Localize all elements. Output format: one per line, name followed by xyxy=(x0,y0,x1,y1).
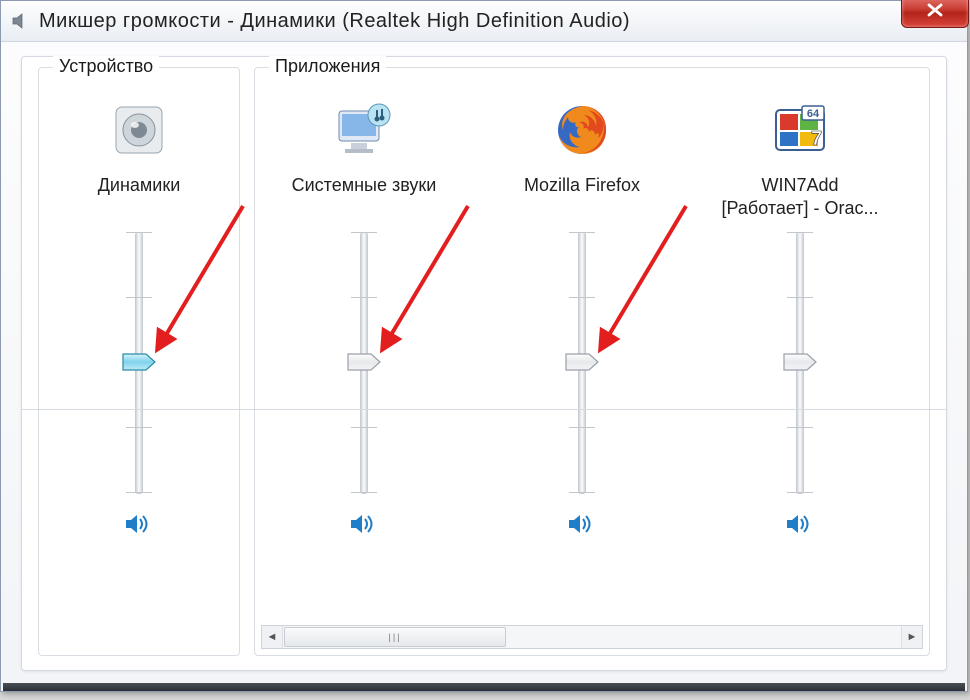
svg-text:64: 64 xyxy=(807,108,820,120)
chevron-right-icon: ► xyxy=(907,631,918,643)
app-mute-button[interactable] xyxy=(559,506,605,546)
titlebar[interactable]: Микшер громкости - Динамики (Realtek Hig… xyxy=(1,1,967,42)
window-title: Микшер громкости - Динамики (Realtek Hig… xyxy=(39,10,630,33)
master-level-line xyxy=(22,409,946,410)
horizontal-scrollbar[interactable]: ◄ ||| ► xyxy=(261,625,923,649)
close-button[interactable] xyxy=(901,0,969,28)
chevron-left-icon: ◄ xyxy=(267,631,278,643)
annotation-arrow xyxy=(586,200,696,370)
svg-text:7: 7 xyxy=(811,128,822,150)
speaker-unmuted-icon xyxy=(349,511,379,542)
mixer-content: Устройство Динамики xyxy=(21,56,947,671)
slider-thumb[interactable] xyxy=(347,353,381,371)
slider-thumb[interactable] xyxy=(122,353,156,371)
volume-mixer-window: Микшер громкости - Динамики (Realtek Hig… xyxy=(0,0,968,692)
annotation-arrow xyxy=(143,200,253,370)
applications-legend: Приложения xyxy=(269,56,386,77)
annotation-arrow xyxy=(368,200,478,370)
device-mute-button[interactable] xyxy=(116,506,162,546)
system-sounds-icon[interactable] xyxy=(332,98,396,162)
speaker-unmuted-icon xyxy=(124,511,154,542)
app-column-firefox: Mozilla Firefox xyxy=(473,92,691,621)
scroll-left-button[interactable]: ◄ xyxy=(262,626,283,648)
app-mute-button[interactable] xyxy=(341,506,387,546)
speaker-device-icon[interactable] xyxy=(107,98,171,162)
slider-thumb[interactable] xyxy=(565,353,599,371)
app-column-system-sounds: Системные звуки xyxy=(255,92,473,621)
app-column-win7add: 64 7 WIN7Add [Работает] - Orac... xyxy=(691,92,909,621)
firefox-icon[interactable] xyxy=(550,98,614,162)
speaker-unmuted-icon xyxy=(567,511,597,542)
applications-groupbox: Приложения xyxy=(254,67,930,656)
taskbar-edge xyxy=(3,683,965,691)
app-mute-button[interactable] xyxy=(777,506,823,546)
device-volume-slider[interactable] xyxy=(109,232,169,492)
close-icon xyxy=(926,1,944,22)
scroll-right-button[interactable]: ► xyxy=(901,626,922,648)
slider-thumb[interactable] xyxy=(783,353,817,371)
device-legend: Устройство xyxy=(53,56,159,77)
scrollbar-thumb[interactable]: ||| xyxy=(284,627,506,647)
device-column: Динамики xyxy=(39,92,239,546)
app-volume-slider[interactable] xyxy=(552,232,612,492)
app-volume-slider[interactable] xyxy=(334,232,394,492)
app-label: Mozilla Firefox xyxy=(518,174,646,224)
app-label: WIN7Add [Работает] - Orac... xyxy=(715,174,884,224)
device-groupbox: Устройство Динамики xyxy=(38,67,240,656)
app-label: Системные звуки xyxy=(286,174,443,224)
virtualbox-icon[interactable]: 64 7 xyxy=(768,98,832,162)
device-label: Динамики xyxy=(92,174,187,224)
app-volume-slider[interactable] xyxy=(770,232,830,492)
speaker-icon xyxy=(11,11,31,31)
speaker-unmuted-icon xyxy=(785,511,815,542)
